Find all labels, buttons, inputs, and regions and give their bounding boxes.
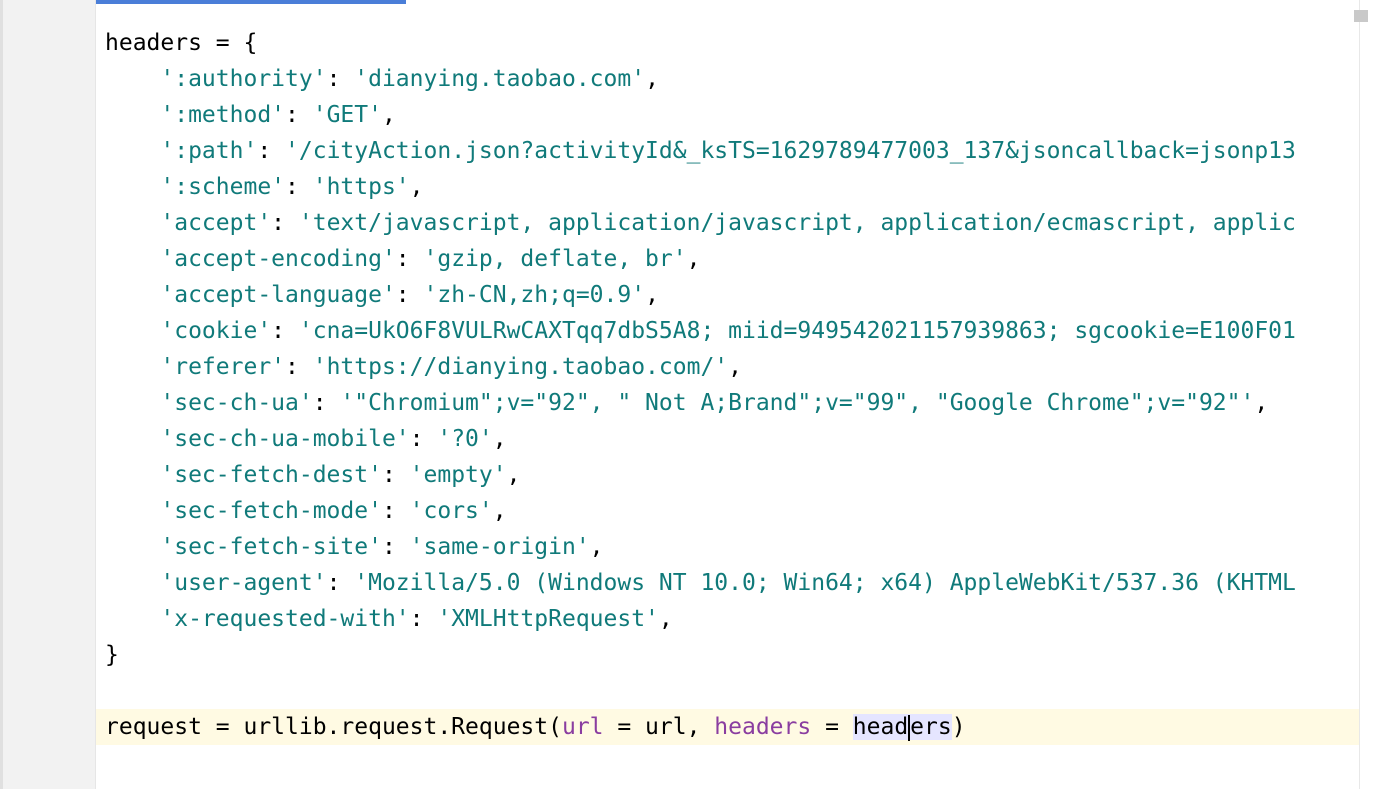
code-text[interactable]: ':method': 'GET', [105, 97, 395, 133]
code-text[interactable]: ':scheme': 'https', [105, 169, 423, 205]
code-line[interactable]: 10 ':method': 'GET', [96, 97, 1360, 133]
code-text[interactable]: 'accept': 'text/javascript, application/… [105, 205, 1295, 241]
code-line[interactable]: 18 'sec-ch-ua': '"Chromium";v="92", " No… [96, 385, 1360, 421]
code-line[interactable]: 27request = urllib.request.Request(url =… [96, 709, 1360, 745]
code-line[interactable]: 11 ':path': '/cityAction.json?activityId… [96, 133, 1360, 169]
text-caret [908, 714, 911, 741]
code-text[interactable]: 'accept-encoding': 'gzip, deflate, br', [105, 241, 700, 277]
code-line[interactable]: 20 'sec-fetch-dest': 'empty', [96, 457, 1360, 493]
code-text[interactable]: 'sec-fetch-dest': 'empty', [105, 457, 520, 493]
code-line[interactable]: 23 'user-agent': 'Mozilla/5.0 (Windows N… [96, 565, 1360, 601]
code-text[interactable]: request = urllib.request.Request(url = u… [105, 709, 966, 745]
code-line[interactable]: 16 'cookie': 'cna=UkO6F8VULRwCAXTqq7dbS5… [96, 313, 1360, 349]
code-line[interactable]: 13 'accept': 'text/javascript, applicati… [96, 205, 1360, 241]
code-line[interactable]: 19 'sec-ch-ua-mobile': '?0', [96, 421, 1360, 457]
code-lines[interactable]: 8⌂headers = {9 ':authority': 'dianying.t… [96, 25, 1360, 745]
code-line[interactable]: 9 ':authority': 'dianying.taobao.com', [96, 61, 1360, 97]
code-line[interactable]: 25⌂} [96, 637, 1360, 673]
code-text[interactable]: 'sec-fetch-site': 'same-origin', [105, 529, 603, 565]
code-text[interactable]: 'x-requested-with': 'XMLHttpRequest', [105, 601, 672, 637]
code-line[interactable]: 21 'sec-fetch-mode': 'cors', [96, 493, 1360, 529]
code-text[interactable]: ':path': '/cityAction.json?activityId&_k… [105, 133, 1295, 169]
fold-marker-icon[interactable]: ⌂ [96, 647, 99, 662]
line-number-gutter[interactable] [0, 0, 96, 789]
code-text[interactable]: 'sec-ch-ua-mobile': '?0', [105, 421, 506, 457]
code-line[interactable]: 12 ':scheme': 'https', [96, 169, 1360, 205]
code-line[interactable]: 8⌂headers = { [96, 25, 1360, 61]
code-line[interactable]: 17 'referer': 'https://dianying.taobao.c… [96, 349, 1360, 385]
code-line[interactable]: 22 'sec-fetch-site': 'same-origin', [96, 529, 1360, 565]
code-line[interactable]: 15 'accept-language': 'zh-CN,zh;q=0.9', [96, 277, 1360, 313]
code-editor[interactable]: 8⌂headers = {9 ':authority': 'dianying.t… [0, 0, 1388, 789]
code-text[interactable]: 'user-agent': 'Mozilla/5.0 (Windows NT 1… [105, 565, 1295, 601]
code-text[interactable]: 'cookie': 'cna=UkO6F8VULRwCAXTqq7dbS5A8;… [105, 313, 1295, 349]
code-text[interactable]: 'sec-ch-ua': '"Chromium";v="92", " Not A… [105, 385, 1268, 421]
code-line[interactable]: 14 'accept-encoding': 'gzip, deflate, br… [96, 241, 1360, 277]
vertical-scrollbar[interactable] [1354, 0, 1388, 789]
code-text[interactable]: ':authority': 'dianying.taobao.com', [105, 61, 659, 97]
code-text[interactable]: 'sec-fetch-mode': 'cors', [105, 493, 506, 529]
inspection-status-icon[interactable] [1354, 10, 1368, 22]
gutter-edge [0, 0, 3, 789]
fold-marker-icon[interactable]: ⌂ [96, 35, 99, 50]
code-text[interactable]: 'accept-language': 'zh-CN,zh;q=0.9', [105, 277, 659, 313]
code-text[interactable]: headers = { [105, 25, 257, 61]
code-line[interactable]: 26 [96, 673, 1360, 709]
code-text[interactable]: 'referer': 'https://dianying.taobao.com/… [105, 349, 742, 385]
code-line[interactable]: 24 'x-requested-with': 'XMLHttpRequest', [96, 601, 1360, 637]
code-text[interactable]: } [105, 637, 119, 673]
code-area[interactable]: 8⌂headers = {9 ':authority': 'dianying.t… [96, 0, 1360, 789]
